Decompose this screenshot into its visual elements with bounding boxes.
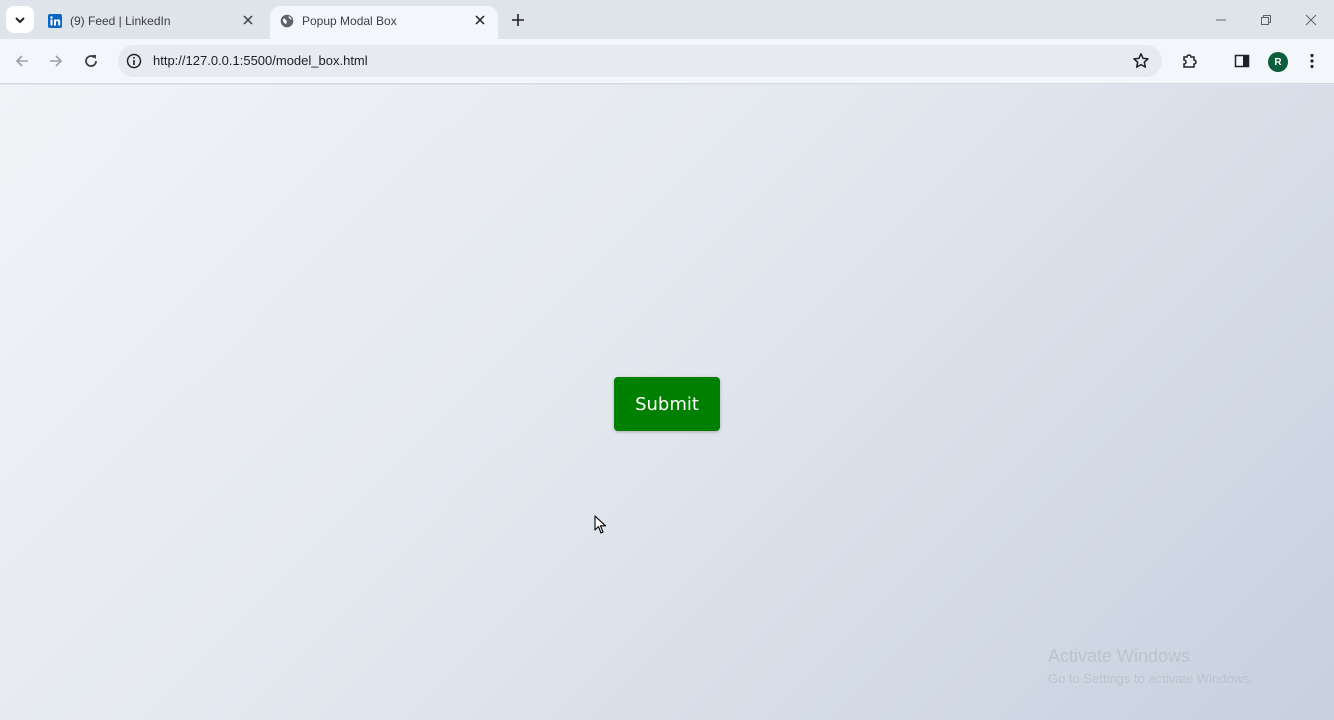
info-icon[interactable]	[126, 53, 142, 69]
watermark-title: Activate Windows	[1048, 646, 1191, 666]
minimize-icon	[1216, 19, 1226, 21]
bookmark-star-icon[interactable]	[1132, 52, 1150, 70]
reload-icon	[85, 55, 97, 67]
more-vert-icon	[1310, 53, 1314, 69]
url-text: http://127.0.0.1:5500/model_box.html	[153, 53, 368, 68]
new-tab-button[interactable]	[508, 10, 528, 30]
close-tab-icon[interactable]	[472, 12, 488, 28]
forward-arrow-icon	[50, 55, 63, 67]
forward-button[interactable]	[46, 51, 66, 71]
restore-button[interactable]	[1256, 10, 1276, 30]
tab-search-button[interactable]	[6, 6, 34, 33]
windows-activation-watermark: Activate Windows Go to Settings to activ…	[1048, 646, 1253, 686]
tab-strip: (9) Feed | LinkedIn Popup Modal Box	[0, 0, 1334, 39]
tab-title: (9) Feed | LinkedIn	[70, 14, 171, 28]
puzzle-icon	[1183, 54, 1197, 68]
browser-toolbar: http://127.0.0.1:5500/model_box.html	[0, 39, 1334, 84]
mouse-pointer-icon	[594, 515, 607, 534]
tab-popup-modal[interactable]: Popup Modal Box	[270, 6, 498, 39]
close-window-button[interactable]	[1301, 10, 1321, 30]
extensions-button[interactable]	[1180, 51, 1200, 71]
plus-icon	[512, 14, 524, 26]
chevron-down-icon	[15, 16, 25, 23]
back-arrow-icon	[15, 55, 28, 67]
close-icon	[1305, 14, 1317, 26]
restore-icon	[1261, 15, 1271, 25]
page-viewport: Submit Activate Windows Go to Settings t…	[0, 85, 1334, 720]
back-button[interactable]	[12, 51, 32, 71]
linkedin-icon	[48, 14, 62, 28]
browser-menu-button[interactable]	[1302, 51, 1322, 71]
tab-title: Popup Modal Box	[302, 14, 397, 28]
close-tab-icon[interactable]	[240, 12, 256, 28]
profile-avatar[interactable]: R	[1268, 52, 1288, 72]
reload-button[interactable]	[81, 51, 101, 71]
globe-icon	[280, 14, 294, 28]
watermark-subtitle: Go to Settings to activate Windows.	[1048, 671, 1254, 686]
tab-linkedin[interactable]: (9) Feed | LinkedIn	[38, 6, 266, 39]
submit-button[interactable]: Submit	[614, 377, 720, 431]
side-panel-icon	[1234, 54, 1250, 68]
side-panel-button[interactable]	[1232, 51, 1252, 71]
address-bar[interactable]: http://127.0.0.1:5500/model_box.html	[118, 45, 1162, 77]
minimize-button[interactable]	[1211, 10, 1231, 30]
